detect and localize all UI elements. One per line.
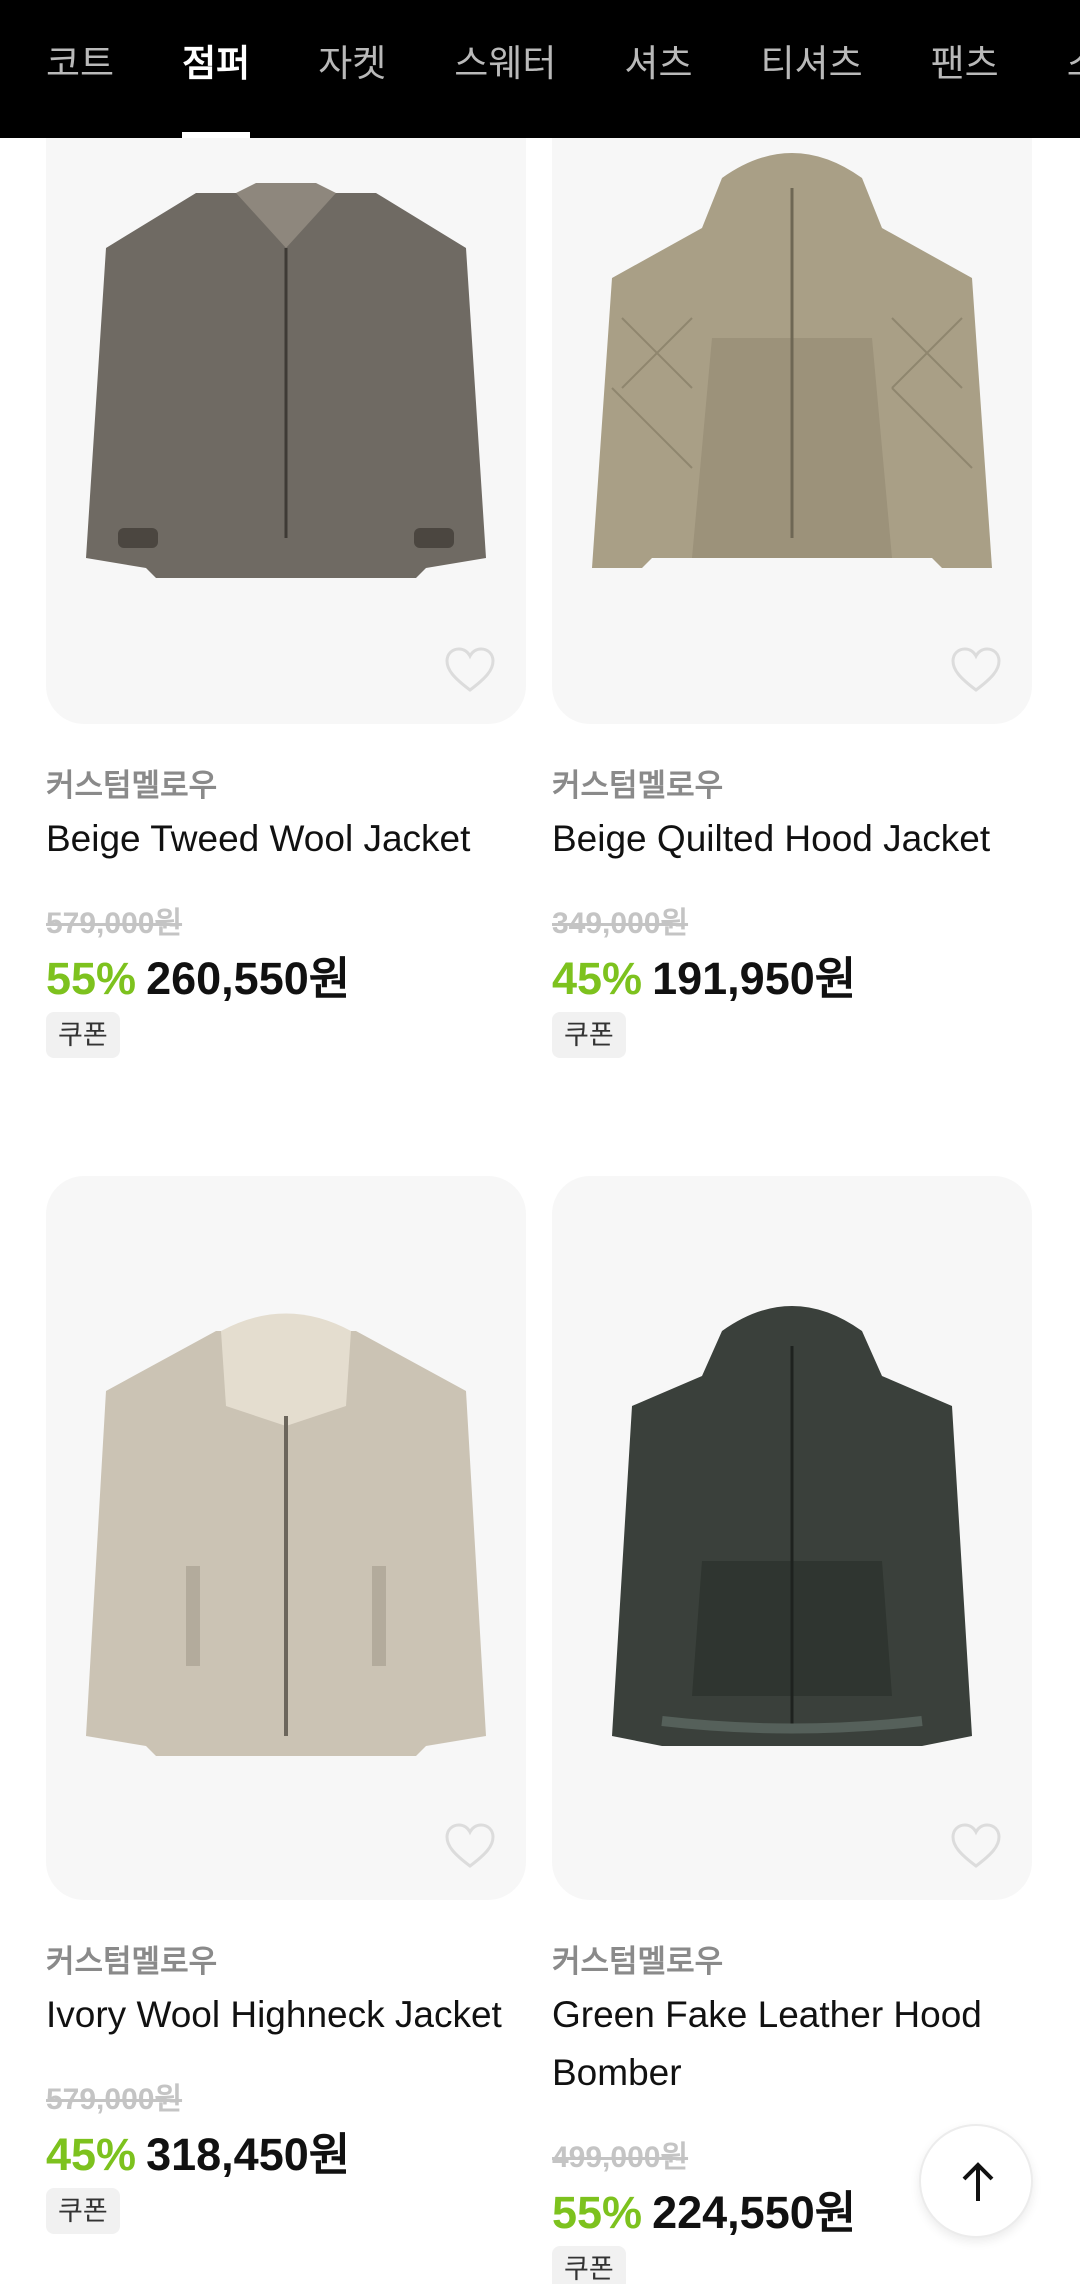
product-card[interactable]: 커스텀멜로우 Beige Tweed Wool Jacket 579,000원 …	[46, 0, 526, 1080]
tab-tshirt[interactable]: 티셔츠	[761, 0, 863, 128]
sale-price: 318,450원	[146, 2129, 351, 2180]
quilted-jacket-image	[592, 153, 992, 568]
heart-outline-icon[interactable]	[950, 1822, 1002, 1870]
coupon-badge: 쿠폰	[46, 1012, 120, 1058]
scroll-to-top-button[interactable]	[919, 2124, 1033, 2238]
tab-jumper[interactable]: 점퍼	[182, 0, 251, 138]
product-brand: 커스텀멜로우	[552, 1944, 724, 1979]
original-price: 579,000원	[46, 907, 183, 940]
tab-more[interactable]: 스	[1067, 0, 1080, 128]
price-row: 55% 260,550원	[46, 942, 350, 1007]
heart-outline-icon[interactable]	[444, 1822, 496, 1870]
original-price: 579,000원	[46, 2083, 183, 2116]
product-brand: 커스텀멜로우	[552, 768, 724, 803]
original-price: 499,000원	[552, 2141, 689, 2174]
tweed-jacket-image	[86, 183, 486, 578]
coupon-badge: 쿠폰	[552, 2246, 626, 2284]
product-brand: 커스텀멜로우	[46, 768, 218, 803]
price-row: 45% 318,450원	[46, 2118, 350, 2183]
discount-rate: 55%	[552, 2187, 643, 2238]
category-tab-bar: 코트 점퍼 자켓 스웨터 셔츠 티셔츠 팬츠 스	[0, 0, 1080, 138]
coupon-badge: 쿠폰	[552, 1012, 626, 1058]
product-image[interactable]	[552, 138, 1032, 724]
price-row: 55% 224,550원	[552, 2176, 856, 2241]
ivory-jacket-image	[86, 1313, 486, 1756]
product-card[interactable]: 커스텀멜로우 Beige Quilted Hood Jacket 349,000…	[552, 0, 1032, 1080]
tab-sweater[interactable]: 스웨터	[454, 0, 556, 128]
leather-bomber-image	[612, 1306, 972, 1746]
price-row: 45% 191,950원	[552, 942, 856, 1007]
tab-pants[interactable]: 팬츠	[931, 0, 999, 128]
discount-rate: 45%	[46, 2129, 137, 2180]
product-brand: 커스텀멜로우	[46, 1944, 218, 1979]
product-card[interactable]: 커스텀멜로우 Green Fake Leather Hood Bomber 49…	[552, 1176, 1032, 2284]
discount-rate: 45%	[552, 953, 643, 1004]
tab-jacket[interactable]: 자켓	[318, 0, 386, 128]
heart-outline-icon[interactable]	[950, 646, 1002, 694]
product-image[interactable]	[552, 1176, 1032, 1900]
coupon-badge: 쿠폰	[46, 2188, 120, 2234]
product-card[interactable]: 커스텀멜로우 Ivory Wool Highneck Jacket 579,00…	[46, 1176, 526, 2284]
sale-price: 224,550원	[652, 2187, 857, 2238]
original-price: 349,000원	[552, 907, 689, 940]
tab-coat[interactable]: 코트	[46, 0, 114, 128]
product-name[interactable]: Beige Quilted Hood Jacket	[552, 810, 1052, 868]
product-name[interactable]: Ivory Wool Highneck Jacket	[46, 1986, 546, 2044]
product-image[interactable]	[46, 1176, 526, 1900]
product-image[interactable]	[46, 138, 526, 724]
sale-price: 260,550원	[146, 953, 351, 1004]
tab-shirt[interactable]: 셔츠	[624, 0, 692, 128]
product-name[interactable]: Beige Tweed Wool Jacket	[46, 810, 546, 868]
arrow-up-icon	[962, 2162, 994, 2201]
discount-rate: 55%	[46, 953, 137, 1004]
heart-outline-icon[interactable]	[444, 646, 496, 694]
category-tabs: 코트 점퍼 자켓 스웨터 셔츠 티셔츠 팬츠 스	[0, 0, 1080, 138]
product-name[interactable]: Green Fake Leather Hood Bomber	[552, 1986, 1032, 2102]
sale-price: 191,950원	[652, 953, 857, 1004]
